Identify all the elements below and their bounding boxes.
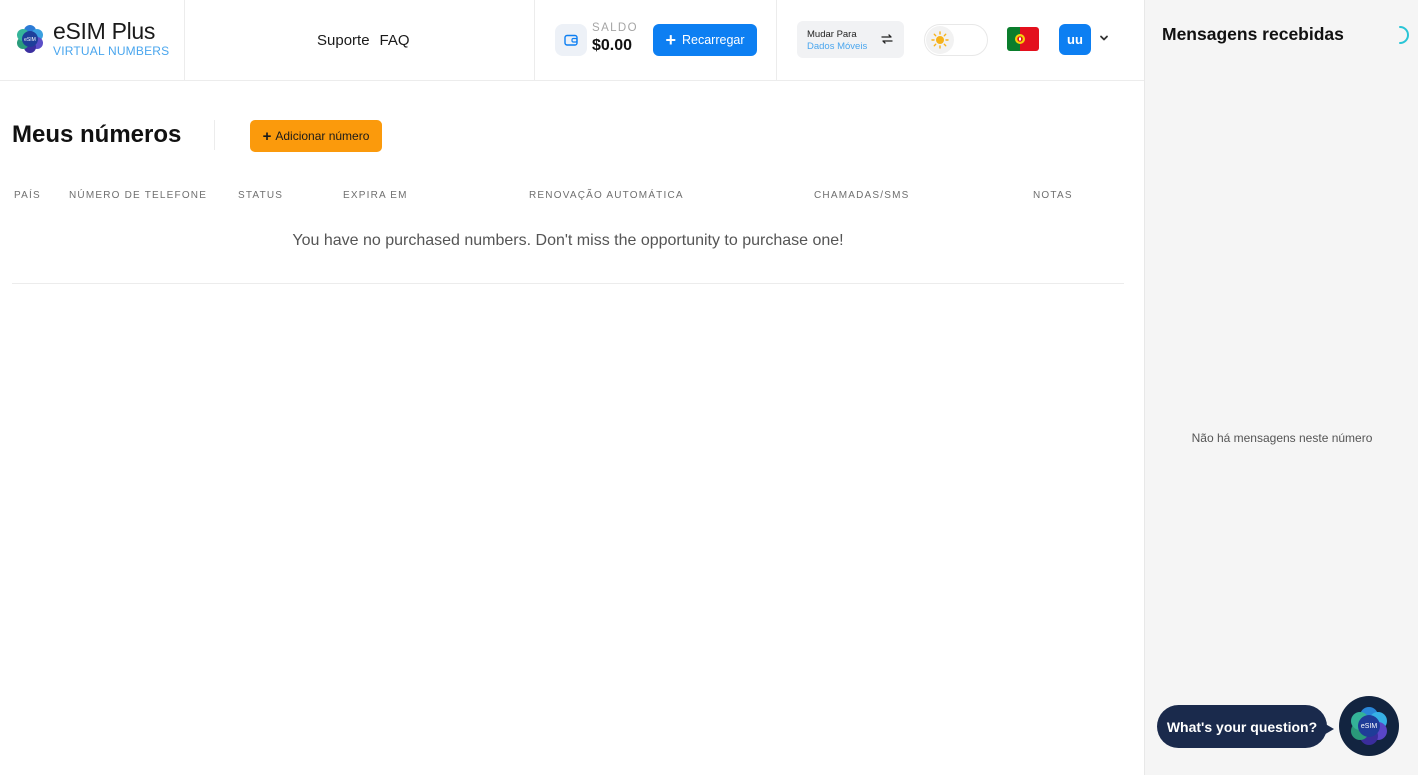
nav-support-link[interactable]: Suporte: [317, 32, 370, 49]
empty-table-message: You have no purchased numbers. Don't mis…: [292, 232, 844, 249]
no-messages-text: Não há mensagens neste número: [1191, 431, 1373, 445]
top-header: eSIM eSIM Plus VIRTUAL NUMBERS Suporte F…: [0, 0, 1144, 81]
brand-title: eSIM Plus: [53, 18, 156, 44]
sun-icon: [926, 26, 954, 54]
brand-logo[interactable]: eSIM eSIM Plus VIRTUAL NUMBERS: [14, 20, 169, 57]
recharge-label: Recarregar: [681, 33, 745, 47]
header-divider: [184, 0, 185, 80]
header-divider: [776, 0, 777, 80]
plus-icon: +: [665, 30, 676, 50]
column-header-notes: NOTAS: [1033, 190, 1073, 201]
chat-launcher-button[interactable]: eSIM: [1339, 696, 1399, 756]
column-header-calls-sms: CHAMADAS/SMS: [814, 190, 910, 201]
chevron-down-icon[interactable]: [1098, 33, 1110, 43]
plus-icon: +: [262, 127, 272, 145]
esim-chat-icon: eSIM: [1351, 707, 1387, 745]
column-header-auto-renew: RENOVAÇÃO AUTOMÁTICA: [529, 190, 684, 201]
header-divider: [534, 0, 535, 80]
add-number-button[interactable]: + Adicionar número: [250, 120, 382, 152]
title-divider: [214, 120, 215, 150]
wallet-icon: [555, 24, 587, 56]
main-nav: Suporte FAQ: [317, 32, 410, 49]
loading-spinner-icon: [1399, 26, 1409, 44]
chat-prompt-bubble[interactable]: What's your question?: [1157, 705, 1327, 748]
column-header-country: PAÍS: [14, 190, 41, 201]
theme-toggle[interactable]: [924, 24, 988, 56]
chat-bubble-tail: [1322, 722, 1334, 736]
panel-title: Mensagens recebidas: [1162, 24, 1344, 44]
esim-logo-icon: eSIM: [17, 24, 43, 53]
brand-subtitle: VIRTUAL NUMBERS: [53, 44, 170, 58]
page-title: Meus números: [12, 121, 182, 148]
recharge-button[interactable]: + Recarregar: [653, 24, 757, 56]
switch-target: Dados Móveis: [807, 41, 868, 52]
svg-text:eSIM: eSIM: [24, 37, 36, 43]
add-number-label: Adicionar número: [275, 129, 370, 143]
column-header-phone: NÚMERO DE TELEFONE: [69, 190, 208, 201]
table-divider: [12, 283, 1124, 284]
switch-to-mobile-data-button[interactable]: Mudar Para Dados Móveis: [797, 21, 904, 58]
user-avatar[interactable]: uu: [1059, 24, 1091, 55]
app-root: eSIM eSIM Plus VIRTUAL NUMBERS Suporte F…: [0, 0, 1418, 775]
column-header-status: STATUS: [238, 190, 284, 201]
balance-value: $0.00: [592, 36, 633, 54]
swap-icon: [881, 34, 893, 44]
portugal-flag-icon[interactable]: [1007, 27, 1039, 51]
balance-label: SALDO: [592, 22, 638, 34]
nav-faq-link[interactable]: FAQ: [380, 32, 410, 49]
column-header-expires: EXPIRA EM: [343, 190, 408, 201]
received-messages-panel: Mensagens recebidas Não há mensagens nes…: [1144, 0, 1418, 775]
svg-text:eSIM: eSIM: [1361, 723, 1378, 730]
switch-label: Mudar Para: [807, 29, 857, 40]
balance-display: SALDO $0.00: [592, 22, 638, 54]
